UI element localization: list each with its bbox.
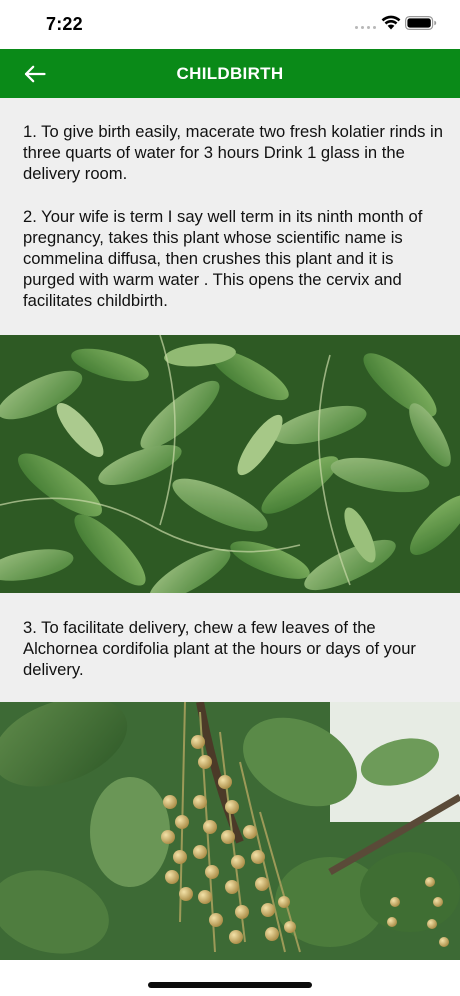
remedy-text-section-2: 3. To facilitate delivery, chew a few le… xyxy=(23,617,443,681)
page-title: CHILDBIRTH xyxy=(176,64,284,83)
remedy-text-section-1: 1. To give birth easily, macerate two fr… xyxy=(23,121,443,312)
cellular-signal-icon xyxy=(355,26,376,29)
status-time: 7:22 xyxy=(46,14,83,34)
remedy-paragraph-1: 1. To give birth easily, macerate two fr… xyxy=(23,122,443,184)
commelina-diffusa-image xyxy=(0,335,460,593)
battery-icon xyxy=(405,16,437,30)
status-bar: 7:22 xyxy=(0,0,460,49)
app-bar: CHILDBIRTH xyxy=(0,49,460,98)
home-indicator[interactable] xyxy=(148,982,312,988)
remedy-paragraph-2: 2. Your wife is term I say well term in … xyxy=(23,206,423,311)
home-indicator-area xyxy=(0,960,460,996)
remedy-paragraph-3: 3. To facilitate delivery, chew a few le… xyxy=(23,618,416,680)
wifi-icon xyxy=(381,15,401,30)
alchornea-cordifolia-image xyxy=(0,702,460,960)
